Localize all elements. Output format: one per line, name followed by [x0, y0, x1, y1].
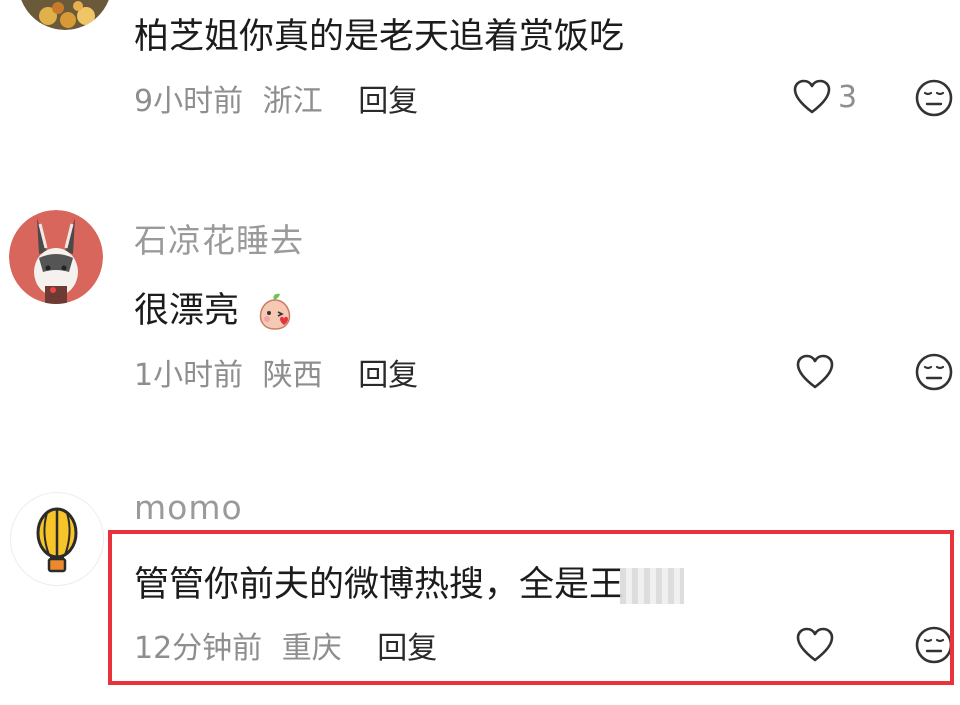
comment-meta: 1小时前 陕西 回复 — [134, 350, 428, 394]
highlight-box — [108, 530, 954, 685]
user-avatar[interactable] — [10, 492, 104, 586]
peach-kiss-emoji-icon — [259, 293, 291, 330]
comment-meta: 9小时前 浙江 回复 — [134, 76, 428, 120]
like-button[interactable]: 3 — [792, 75, 857, 119]
comment-location: 浙江 — [262, 84, 323, 119]
neutral-face-icon — [915, 353, 953, 391]
comment-item: 柏芝姐你真的是老天追着赏饭吃 9小时前 浙江 回复 3 — [0, 0, 960, 140]
comment-text-content: 很漂亮 — [134, 291, 240, 331]
heart-outline-icon — [793, 79, 831, 114]
comment-time: 1小时前 — [134, 358, 244, 393]
reply-button[interactable]: 回复 — [358, 84, 418, 119]
like-count: 3 — [838, 79, 858, 115]
comment-username[interactable]: momo — [134, 488, 243, 527]
comment-time: 9小时前 — [134, 84, 244, 119]
comment-item: 石凉花睡去 很漂亮 1小时前 陕西 回复 — [0, 200, 960, 410]
comment-username[interactable]: 石凉花睡去 — [134, 214, 304, 262]
comment-text: 柏芝姐你真的是老天追着赏饭吃 — [134, 17, 625, 57]
like-button[interactable] — [795, 350, 835, 394]
user-avatar[interactable] — [9, 210, 103, 304]
heart-outline-icon — [796, 354, 834, 389]
dislike-button[interactable] — [914, 78, 954, 118]
neutral-face-icon — [915, 79, 953, 117]
user-avatar[interactable] — [18, 0, 112, 30]
reply-button[interactable]: 回复 — [358, 358, 418, 393]
dislike-button[interactable] — [914, 352, 954, 392]
comment-text: 很漂亮 — [134, 282, 296, 333]
comment-location: 陕西 — [262, 358, 323, 393]
